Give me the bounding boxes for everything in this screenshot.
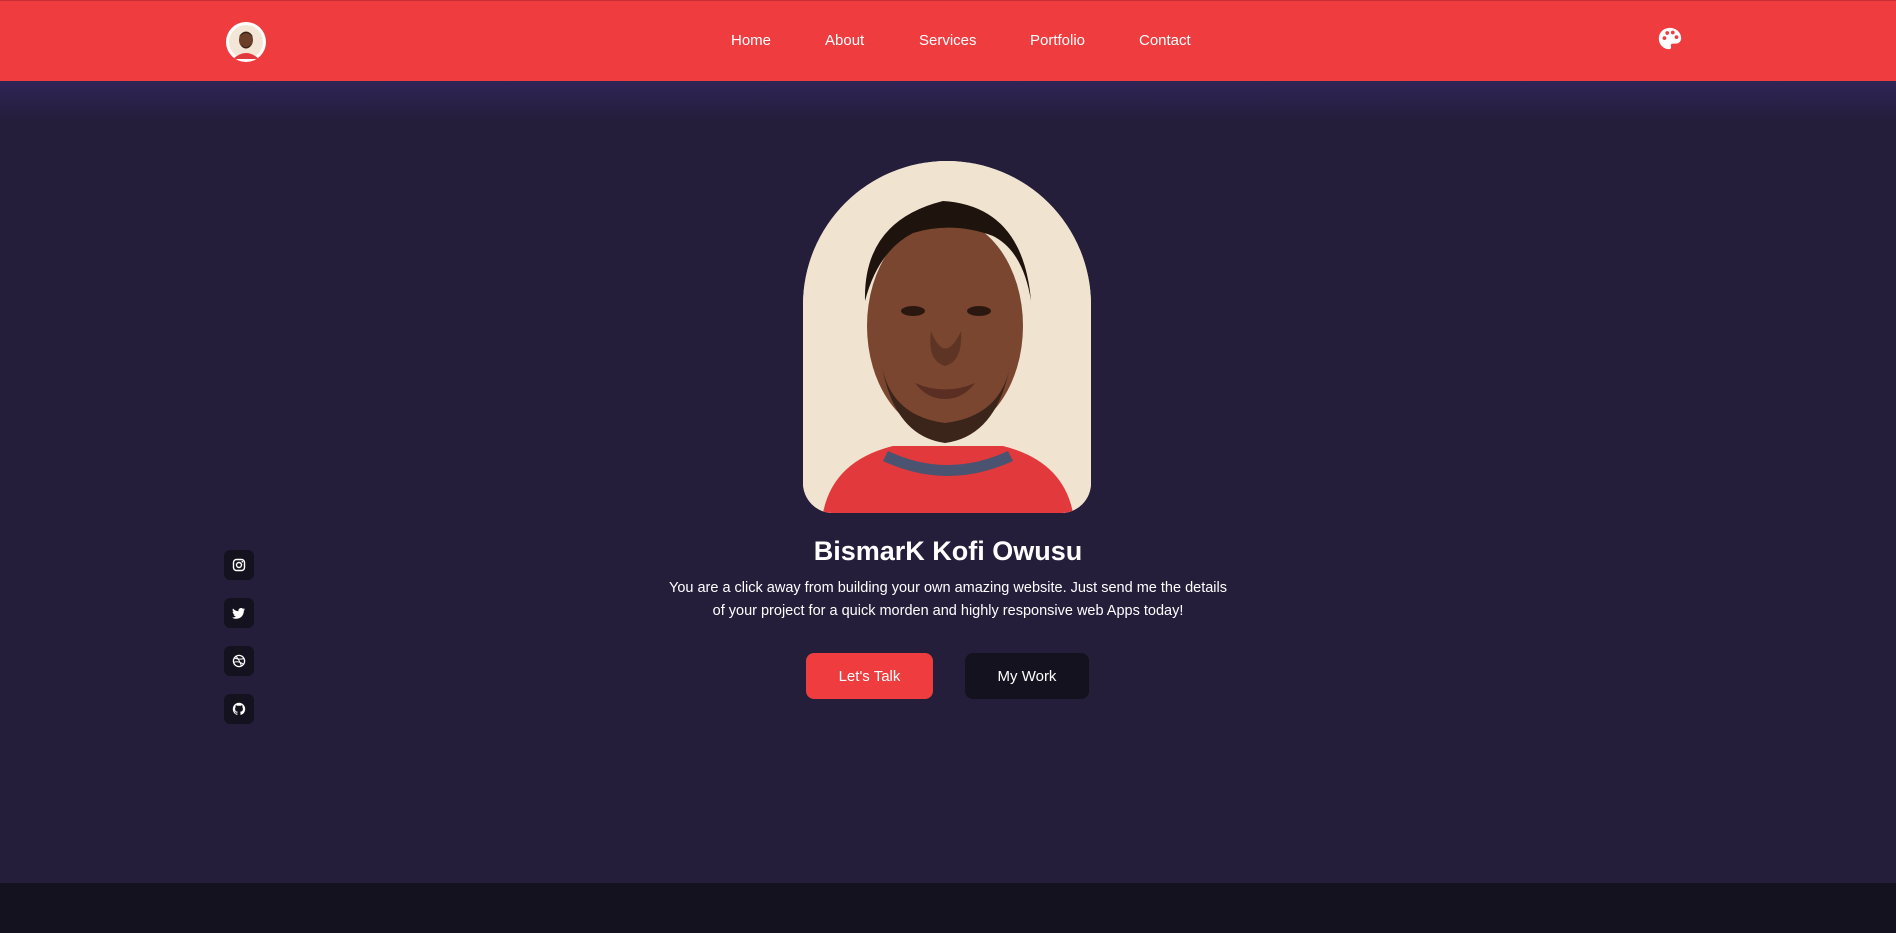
lets-talk-button[interactable]: Let's Talk (806, 653, 933, 699)
hero-tagline: You are a click away from building your … (658, 577, 1238, 623)
theme-toggle-button[interactable] (1656, 25, 1684, 53)
instagram-icon (232, 558, 246, 572)
social-instagram-link[interactable] (224, 550, 254, 580)
logo-avatar[interactable] (226, 22, 266, 62)
navbar: Home About Services Portfolio Contact (0, 0, 1896, 81)
social-twitter-link[interactable] (224, 598, 254, 628)
nav-portfolio[interactable]: Portfolio (1030, 32, 1085, 49)
my-work-button[interactable]: My Work (965, 653, 1089, 699)
avatar-portrait-icon (229, 25, 263, 59)
twitter-icon (232, 608, 245, 619)
hero-glow (0, 81, 1896, 121)
footer-strip (0, 883, 1896, 933)
portrait-image (803, 161, 1091, 513)
palette-icon (1658, 27, 1682, 50)
nav-home[interactable]: Home (731, 32, 771, 49)
nav-services[interactable]: Services (919, 32, 977, 49)
social-dribbble-link[interactable] (224, 646, 254, 676)
dribbble-icon (232, 654, 246, 668)
tagline-line-1: You are a click away from building your … (668, 580, 1227, 596)
github-icon (232, 702, 246, 715)
tagline-line-2: of your project for a quick morden and h… (712, 603, 1184, 619)
nav-about[interactable]: About (825, 32, 864, 49)
social-github-link[interactable] (224, 694, 254, 724)
hero-portrait (803, 161, 1091, 513)
nav-contact[interactable]: Contact (1139, 32, 1191, 49)
hero-name: BismarK Kofi Owusu (813, 536, 1083, 566)
